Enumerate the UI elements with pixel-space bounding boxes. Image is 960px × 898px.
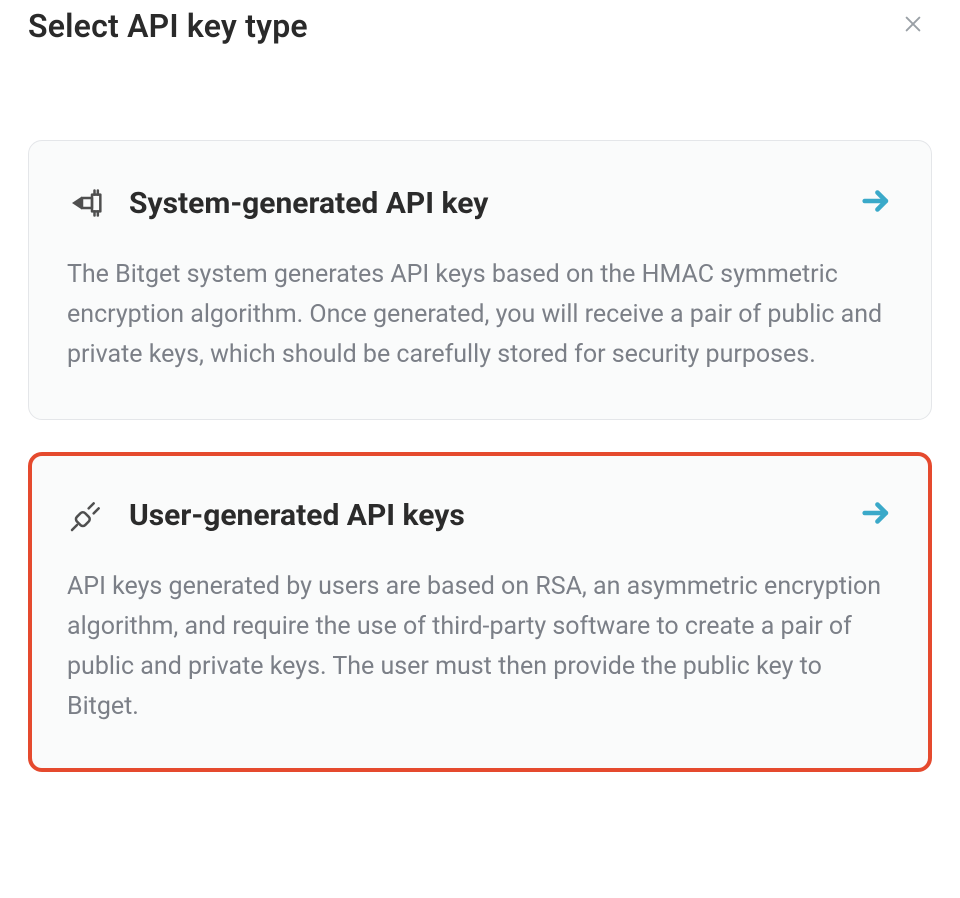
modal-header: Select API key type (28, 0, 932, 48)
option-title: System-generated API key (129, 186, 488, 221)
option-user-generated[interactable]: User-generated API keys API keys generat… (28, 452, 932, 772)
close-button[interactable] (894, 4, 932, 48)
usb-chip-icon (67, 183, 107, 223)
arrow-right-icon (859, 496, 893, 534)
close-icon (902, 10, 924, 41)
option-title: User-generated API keys (129, 498, 465, 533)
select-api-key-type-modal: Select API key type (0, 0, 960, 792)
option-head: User-generated API keys (67, 495, 893, 535)
option-description: The Bitget system generates API keys bas… (67, 255, 893, 375)
plug-icon (67, 495, 107, 535)
arrow-right-icon (859, 184, 893, 222)
option-system-generated[interactable]: System-generated API key The Bitget syst… (28, 140, 932, 420)
api-key-options: System-generated API key The Bitget syst… (28, 140, 932, 772)
option-head: System-generated API key (67, 183, 893, 223)
modal-title: Select API key type (28, 7, 308, 45)
option-description: API keys generated by users are based on… (67, 567, 893, 727)
